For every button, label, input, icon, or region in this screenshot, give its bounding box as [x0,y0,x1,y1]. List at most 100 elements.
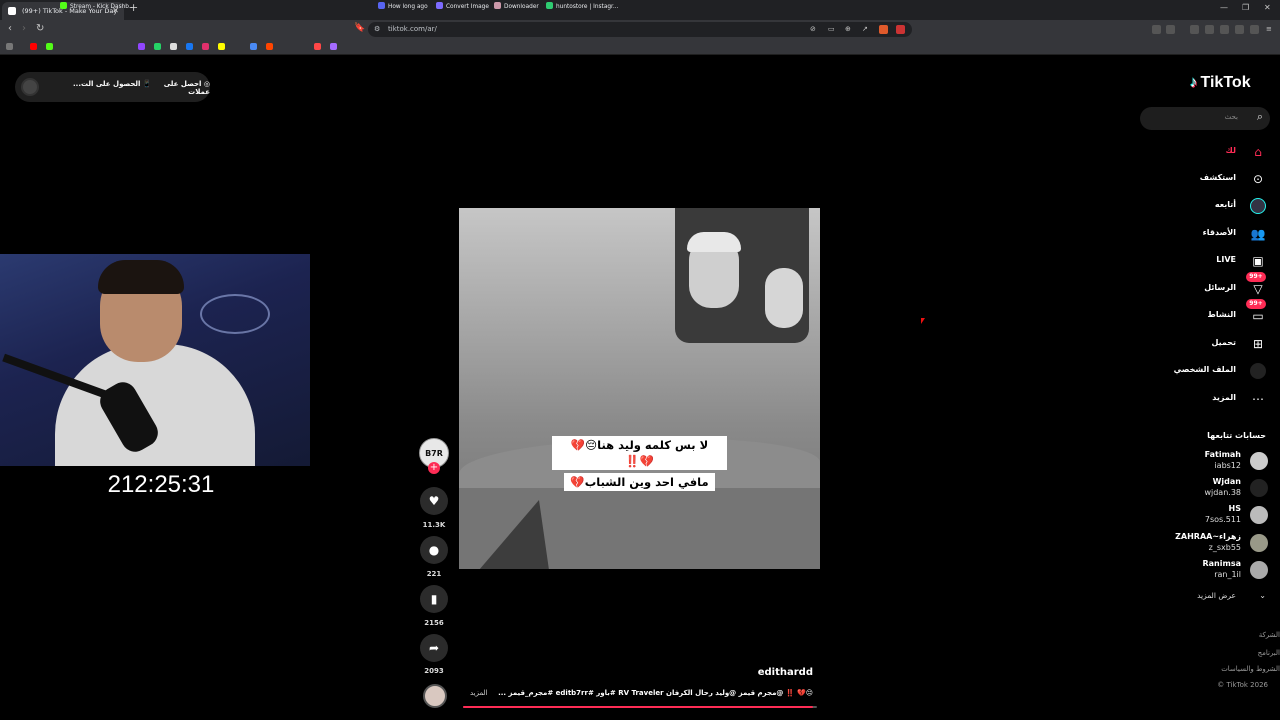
bookmark-icon[interactable] [266,43,273,50]
media-icon[interactable] [1190,25,1199,34]
nav-messages[interactable]: ▽ +99 الرسائل [1146,272,1266,299]
reload-icon[interactable]: ↻ [36,23,44,34]
avatar [1250,479,1268,497]
nav-activity[interactable]: ▭ +99 النشاط [1146,299,1266,326]
wallet-icon[interactable] [1220,25,1229,34]
back-icon[interactable]: ‹ [8,23,12,34]
friends-icon: 👥 [1250,227,1266,241]
footer-link-company[interactable]: الشركة [1259,631,1280,639]
avatar [1250,506,1268,524]
following-account[interactable]: Wjdan wjdan.38 [1158,476,1268,500]
whatsapp-icon[interactable] [154,43,161,50]
footer-link-program[interactable]: البرنامج [1258,649,1280,657]
save-button[interactable]: ▮ [420,585,448,613]
share-button[interactable]: ➦ [420,634,448,662]
menu-icon[interactable]: ≡ [1266,25,1272,33]
window-close-icon[interactable]: ✕ [1264,3,1271,12]
search-input[interactable]: بحث ⌕ [1140,107,1270,130]
video-caption: لا بس كلمه وليد هنا😔💔💔‼️ مافي احد وين ال… [552,436,727,492]
home-icon: ⌂ [1254,145,1262,159]
twitch-icon[interactable] [138,43,145,50]
translate-icon[interactable]: ⊘ [810,25,816,33]
bookmark-convert-image[interactable]: Convert Image [436,2,489,13]
nav-upload[interactable]: ⊞ تحميل [1146,334,1266,354]
x-icon[interactable] [170,43,177,50]
facebook-icon[interactable] [186,43,193,50]
bookmark-page-icon[interactable]: 🔖 [354,23,365,33]
nav-friends[interactable]: 👥 الأصدقاء [1146,224,1266,244]
site-info-icon[interactable]: ⚙ [374,22,380,37]
avatar [1250,534,1268,552]
comment-icon: ● [428,543,440,557]
search-placeholder: بحث [1224,113,1238,121]
nav-for-you[interactable]: ⌂ لك [1146,142,1266,162]
nav-profile[interactable]: الملف الشخصي [1146,361,1266,381]
music-disc[interactable] [423,684,447,708]
video-description: 😔💔 ‼️ @مجرم قيمز @وليد رحال الكرفان RV T… [498,689,813,697]
following-account[interactable]: HS 7sos.511 [1158,503,1268,527]
messages-icon: ▽ [1253,282,1263,296]
following-account[interactable]: Fatimah iabs12 [1158,449,1268,473]
search-icon[interactable]: ⌕ [1257,110,1263,124]
snapchat-icon[interactable] [218,43,225,50]
profile-icon [1250,363,1266,379]
like-button[interactable]: ♥ [420,487,448,515]
following-account[interactable]: Ranimsa ran_1il [1158,558,1268,582]
minimize-icon[interactable]: — [1220,3,1228,12]
following-accounts-title: حسابات تتابعها [1207,431,1266,440]
zoom-icon[interactable]: ⊕ [845,25,851,33]
footer-link-terms[interactable]: الشروط والسياسات [1221,665,1280,673]
bookmark-icon[interactable] [250,43,257,50]
extension-icon[interactable] [1166,25,1175,34]
caption-line: مافي احد وين الشباب💔 [564,473,715,491]
following-avatar-icon [1250,198,1266,214]
bookmark-huntostore[interactable]: huntostore | Instagr... [546,2,618,13]
get-app-pill: 📱 الحصول على الت... ◎ احصل على عملات [15,72,210,102]
share-icon[interactable]: ↗ [862,25,868,33]
vpn-icon[interactable] [1250,25,1259,34]
upload-icon: ⊞ [1252,337,1264,351]
maximize-icon[interactable]: ❐ [1242,3,1249,12]
instagram-icon[interactable] [202,43,209,50]
nav-following[interactable]: أتابعه [1146,196,1266,216]
bookmark-how-long-ago[interactable]: How long ago [378,2,428,13]
bookmark-kick[interactable]: Stream - Kick Dashb... [60,2,134,13]
bookmark-icon[interactable] [330,43,337,50]
rewards-icon[interactable] [896,25,905,34]
nav-more[interactable]: ⋯ المزيد [1146,389,1266,409]
nav-explore[interactable]: ⊙ استكشف [1146,169,1266,189]
forward-icon[interactable]: › [22,23,26,34]
copyright: © TikTok 2026 [1217,681,1268,689]
kick-icon[interactable] [46,43,53,50]
tiktok-logo[interactable]: ♪ TikTok [1190,74,1251,92]
get-coins-button[interactable]: ◎ احصل على عملات [149,80,210,96]
get-app-button[interactable]: 📱 الحصول على الت... [73,80,152,88]
heart-icon: ♥ [428,494,440,508]
video-author[interactable]: edithardd [758,667,813,678]
video-player[interactable] [459,208,820,569]
bookmark-downloader[interactable]: Downloader [494,2,539,13]
nav-live[interactable]: ▣ LIVE [1146,251,1266,271]
user-avatar[interactable] [21,78,39,96]
apps-icon[interactable] [6,43,13,50]
sidebar-icon[interactable] [1205,25,1214,34]
comment-button[interactable]: ● [420,536,448,564]
messages-badge: +99 [1246,272,1266,282]
chevron-down-icon: ⌄ [1259,591,1266,600]
activity-badge: +99 [1246,299,1266,309]
leo-icon[interactable] [1235,25,1244,34]
following-account[interactable]: ZAHRAA~زهراء z_sxb55 [1158,531,1268,555]
follow-plus-icon[interactable]: + [428,462,440,474]
streamer-webcam [0,254,310,466]
description-more-link[interactable]: المزيد [470,689,488,697]
bookmark-icon[interactable] [314,43,321,50]
bookmark-icon: ▮ [430,592,438,606]
video-progress-bar[interactable] [463,706,817,708]
see-more-button[interactable]: ⌄ عرض المزيد [1166,591,1266,603]
comment-count: 221 [426,570,442,578]
brave-shield-icon[interactable] [879,25,888,34]
youtube-icon[interactable] [30,43,37,50]
cast-icon[interactable]: ▭ [828,25,835,33]
extension-icon[interactable] [1152,25,1161,34]
share-count: 2093 [424,667,444,675]
